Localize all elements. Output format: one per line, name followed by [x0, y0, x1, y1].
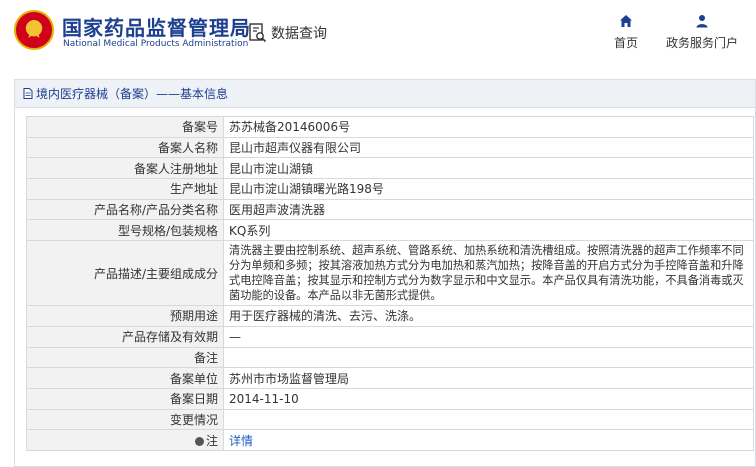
row-label: 备注: [26, 346, 224, 369]
user-icon: [696, 15, 708, 28]
detail-link[interactable]: 详情: [229, 434, 253, 448]
record-table: 备案号 苏苏械备20146006号 备案人名称 昆山市超声仪器有限公司 备案人注…: [26, 116, 754, 451]
note-label-cell: 注: [26, 429, 224, 451]
row-value: [223, 408, 754, 431]
nav-home-label: 首页: [613, 36, 638, 50]
row-label: 产品名称/产品分类名称: [26, 198, 224, 221]
data-query-link[interactable]: 数据查询: [249, 22, 327, 44]
site-header: 国家药品监督管理局 National Medical Products Admi…: [0, 0, 756, 66]
nav-service-portal[interactable]: 政务服务门户: [663, 14, 741, 51]
row-label: 产品存储及有效期: [26, 325, 224, 348]
row-value: 苏州市市场监督管理局: [223, 367, 754, 389]
table-row: 注 详情: [26, 429, 754, 451]
nav-service-portal-label: 政务服务门户: [665, 36, 738, 50]
document-icon: [23, 88, 33, 99]
table-row: 备案号 苏苏械备20146006号: [26, 116, 754, 138]
nav-home[interactable]: 首页: [608, 14, 644, 51]
table-row: 预期用途 用于医疗器械的清洗、去污、洗涤。: [26, 305, 754, 327]
breadcrumb-text: 境内医疗器械（备案）——基本信息: [36, 87, 229, 101]
row-label: 备案单位: [26, 367, 224, 389]
home-icon: [620, 15, 632, 27]
table-row: 备案人注册地址 昆山市淀山湖镇: [26, 157, 754, 180]
row-value: —: [223, 325, 754, 348]
breadcrumb: 境内医疗器械（备案）——基本信息: [15, 80, 755, 108]
record-panel: 境内医疗器械（备案）——基本信息 备案号 苏苏械备20146006号 备案人名称…: [14, 79, 756, 467]
row-value: 昆山市淀山湖镇曙光路198号: [223, 178, 754, 200]
row-label: 备案日期: [26, 387, 224, 410]
row-label: 变更情况: [26, 408, 224, 431]
row-value: 昆山市淀山湖镇: [223, 157, 754, 180]
row-value: 详情: [223, 429, 754, 451]
data-query-label: 数据查询: [271, 26, 327, 42]
document-search-icon: [249, 23, 267, 43]
row-label: 备案号: [26, 116, 224, 138]
table-row: 产品存储及有效期 —: [26, 325, 754, 348]
emblem-logo: [14, 10, 54, 50]
table-row: 型号规格/包装规格 KQ系列: [26, 219, 754, 242]
table-row: 产品名称/产品分类名称 医用超声波清洗器: [26, 198, 754, 221]
table-row: 备案日期 2014-11-10: [26, 387, 754, 410]
info-icon: [194, 436, 204, 446]
site-title-en: National Medical Products Administration: [63, 39, 249, 49]
table-row: 备注: [26, 346, 754, 369]
row-value: 医用超声波清洗器: [223, 198, 754, 221]
row-label: 备案人名称: [26, 136, 224, 159]
table-row: 变更情况: [26, 408, 754, 431]
row-value: 用于医疗器械的清洗、去污、洗涤。: [223, 305, 754, 327]
row-label: 型号规格/包装规格: [26, 219, 224, 242]
row-value: [223, 346, 754, 369]
row-value: 2014-11-10: [223, 387, 754, 410]
table-row: 备案单位 苏州市市场监督管理局: [26, 367, 754, 389]
row-label: 备案人注册地址: [26, 157, 224, 180]
table-row: 备案人名称 昆山市超声仪器有限公司: [26, 136, 754, 159]
row-value: 清洗器主要由控制系统、超声系统、管路系统、加热系统和清洗槽组成。按照清洗器的超声…: [223, 240, 754, 307]
site-title: 国家药品监督管理局: [62, 16, 251, 40]
row-label: 注: [205, 433, 218, 448]
row-value: 昆山市超声仪器有限公司: [223, 136, 754, 159]
row-label: 预期用途: [26, 305, 224, 327]
row-label: 生产地址: [26, 178, 224, 200]
row-value: 苏苏械备20146006号: [223, 116, 754, 138]
table-row: 产品描述/主要组成成分 清洗器主要由控制系统、超声系统、管路系统、加热系统和清洗…: [26, 240, 754, 307]
star-icon: [25, 21, 43, 38]
row-label: 产品描述/主要组成成分: [26, 240, 224, 307]
table-row: 生产地址 昆山市淀山湖镇曙光路198号: [26, 178, 754, 200]
row-value: KQ系列: [223, 219, 754, 242]
